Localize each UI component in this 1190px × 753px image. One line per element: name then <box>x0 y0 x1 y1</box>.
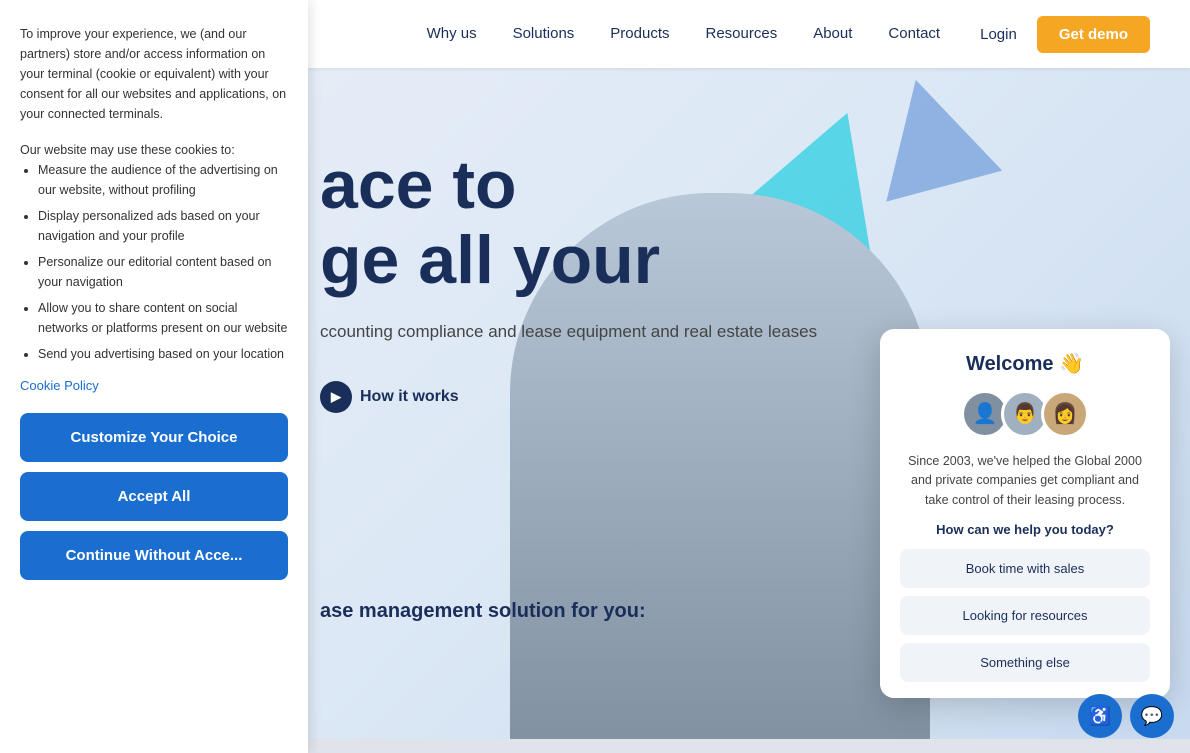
nav-about[interactable]: About <box>813 25 852 42</box>
chat-welcome: Welcome 👋 <box>900 351 1150 376</box>
cookie-list-item-1: Measure the audience of the advertising … <box>38 160 288 200</box>
customize-choice-button[interactable]: Customize Your Choice <box>20 413 288 462</box>
get-demo-button[interactable]: Get demo <box>1037 16 1150 53</box>
chat-option-resources[interactable]: Looking for resources <box>900 596 1150 635</box>
hero-subtext: ccounting compliance and lease equipment… <box>320 318 817 345</box>
cookie-list: Measure the audience of the advertising … <box>20 160 288 364</box>
hero-cta-row: ▶ How it works <box>320 381 817 413</box>
cookie-list-item-3: Personalize our editorial content based … <box>38 252 288 292</box>
cookie-list-intro: Our website may use these cookies to: <box>20 143 235 157</box>
nav-solutions[interactable]: Solutions <box>513 25 575 42</box>
login-button[interactable]: Login <box>980 26 1017 43</box>
hero-text: ace to ge all your ccounting compliance … <box>320 148 817 413</box>
hero-headline-1: ace to <box>320 148 817 223</box>
bottom-icons: ♿ 💬 <box>1078 694 1174 738</box>
play-icon: ▶ <box>320 381 352 413</box>
how-it-works-button[interactable]: ▶ How it works <box>320 381 459 413</box>
accept-all-button[interactable]: Accept All <box>20 472 288 521</box>
continue-without-button[interactable]: Continue Without Acce... <box>20 531 288 580</box>
chat-description: Since 2003, we've helped the Global 2000… <box>900 452 1150 510</box>
cookie-policy-link[interactable]: Cookie Policy <box>20 378 288 393</box>
nav-contact[interactable]: Contact <box>888 25 940 42</box>
chat-icon: 💬 <box>1141 706 1163 727</box>
chat-option-else[interactable]: Something else <box>900 643 1150 682</box>
how-it-works-label: How it works <box>360 388 459 406</box>
hero-bottom-text: ase management solution for you: <box>320 600 646 623</box>
nav-products[interactable]: Products <box>610 25 669 42</box>
nav-links: Why us Solutions Products Resources Abou… <box>427 25 941 43</box>
nav-why-us[interactable]: Why us <box>427 25 477 42</box>
chat-icon-button[interactable]: 💬 <box>1130 694 1174 738</box>
cookie-list-section: Our website may use these cookies to: Me… <box>20 140 288 370</box>
avatar-3: 👩 <box>1041 390 1089 438</box>
accessibility-button[interactable]: ♿ <box>1078 694 1122 738</box>
chat-option-book[interactable]: Book time with sales <box>900 549 1150 588</box>
accessibility-icon: ♿ <box>1089 706 1111 727</box>
cookie-list-item-5: Send you advertising based on your locat… <box>38 344 288 364</box>
nav-actions: Login Get demo <box>980 16 1150 53</box>
nav-resources[interactable]: Resources <box>706 25 778 42</box>
cookie-body-text: To improve your experience, we (and our … <box>20 24 288 124</box>
cookie-panel: To improve your experience, we (and our … <box>0 0 308 753</box>
cookie-list-item-2: Display personalized ads based on your n… <box>38 206 288 246</box>
chat-avatars: 👤 👨 👩 <box>900 390 1150 438</box>
chat-widget: Welcome 👋 👤 👨 👩 Since 2003, we've helped… <box>880 329 1170 698</box>
cookie-list-item-4: Allow you to share content on social net… <box>38 298 288 338</box>
hero-headline-2: ge all your <box>320 223 817 298</box>
chat-question: How can we help you today? <box>900 522 1150 537</box>
